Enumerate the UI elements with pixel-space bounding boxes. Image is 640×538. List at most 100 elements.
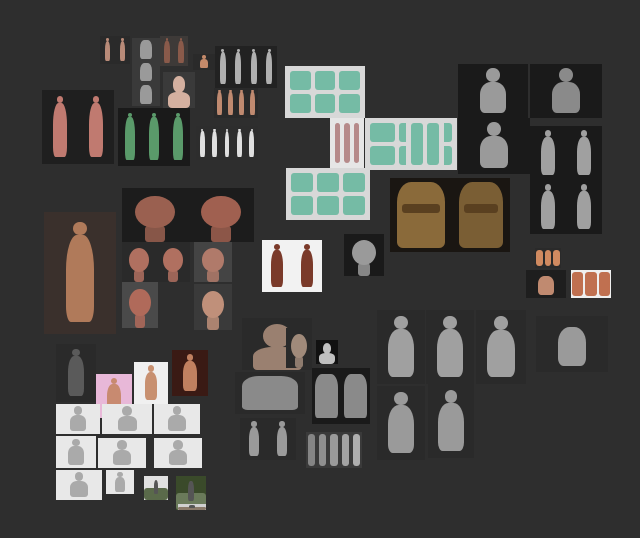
reference-tile-armor-torso-alt[interactable] [458, 118, 530, 174]
reference-tile-female-muscle-anatomy[interactable] [42, 90, 114, 164]
reference-tile-anatomy-pair[interactable] [160, 36, 188, 66]
reference-tile-armor-front[interactable] [458, 64, 528, 118]
reference-tile-martial-pose-4[interactable] [56, 436, 96, 468]
head-shape [291, 334, 307, 358]
reference-tile-martial-pose-1[interactable] [56, 404, 100, 434]
reference-tile-head-profile[interactable] [194, 242, 232, 282]
figure-body [117, 415, 137, 431]
reference-tile-ecorche-head[interactable] [194, 284, 232, 330]
reference-tile-outdoor-photo-1[interactable] [144, 476, 168, 500]
figure-body [173, 117, 183, 161]
reference-tile-colored-muscle-figures[interactable] [118, 108, 190, 166]
reference-tile-bodybuilder-red[interactable] [172, 350, 208, 396]
grid-item [343, 173, 365, 192]
reference-tile-lips-chart[interactable] [330, 118, 364, 168]
reference-tile-face-thumbnails[interactable] [535, 248, 561, 268]
reference-tile-armor-pieces[interactable] [312, 368, 370, 424]
figure-body [104, 41, 111, 62]
bust-head [322, 342, 332, 354]
reference-tile-head-anatomy[interactable] [122, 282, 158, 328]
reference-tile-hands-thumbnail[interactable] [526, 270, 566, 298]
reference-tile-outdoor-photo-3[interactable] [178, 504, 206, 510]
reference-tile-posing-female[interactable] [44, 212, 116, 334]
reference-tile-small-torso[interactable] [193, 54, 215, 70]
fold [330, 434, 338, 466]
reference-tile-hand-anatomy[interactable] [571, 270, 611, 298]
reference-tile-skull-forms[interactable] [286, 168, 370, 220]
reference-tile-torso-studies-gray[interactable] [132, 38, 160, 106]
figure-head [74, 472, 84, 482]
grid-item [370, 146, 395, 165]
strip-item [572, 272, 584, 296]
reference-tile-small-dark-sculpt[interactable] [316, 340, 338, 364]
reference-tile-martial-pose-5[interactable] [98, 438, 146, 468]
reference-tile-bust-sculpt[interactable] [163, 72, 195, 108]
neck-shape [167, 270, 179, 282]
reference-tile-head-studies-pair[interactable] [122, 242, 190, 282]
reference-tile-nose-variations[interactable] [285, 66, 365, 118]
figure-head [394, 391, 408, 406]
reference-tile-armor-front-back[interactable] [240, 418, 296, 460]
reference-tile-demon-head[interactable] [344, 234, 384, 276]
reference-tile-armored-hand[interactable] [536, 316, 608, 372]
figure-head [173, 440, 183, 450]
figure-body [235, 52, 242, 84]
figure-body [183, 360, 197, 392]
head-shape [352, 240, 376, 266]
figure-head [274, 244, 280, 250]
reference-tile-dark-hero-2[interactable] [426, 310, 474, 384]
reference-tile-head-sculpt-2[interactable] [188, 188, 254, 242]
reference-tile-dark-hero-3[interactable] [476, 310, 526, 384]
reference-tile-dark-hero[interactable] [377, 310, 425, 384]
figure-head [92, 95, 100, 103]
reference-tile-gray-figures[interactable] [215, 46, 277, 88]
figure-head [494, 315, 508, 330]
photo-figure [189, 504, 195, 509]
reference-tile-skin-legs[interactable] [214, 88, 258, 118]
fold [352, 434, 360, 466]
reference-tile-female-pair-small[interactable] [100, 36, 130, 64]
figure-head [56, 95, 64, 103]
reference-tile-martial-pose-6[interactable] [154, 438, 202, 468]
head-shape [162, 248, 184, 272]
grid-item [370, 123, 395, 142]
reference-tile-white-figures-row[interactable] [196, 126, 258, 160]
figure-body [114, 477, 126, 492]
figure-head [487, 122, 501, 137]
reference-tile-martial-pose-7[interactable] [56, 470, 102, 500]
figure-body [271, 249, 283, 287]
reference-tile-leather-jacket-back[interactable] [390, 178, 452, 252]
reference-tile-martial-pose-2[interactable] [102, 404, 152, 434]
reference-tile-armor-back[interactable] [530, 64, 602, 118]
jacket-body [458, 181, 504, 249]
strip-item [553, 250, 560, 266]
reference-tile-martial-pose-8[interactable] [106, 470, 134, 494]
reference-tile-martial-pose-3[interactable] [154, 404, 200, 434]
reference-tile-soldier-gray-1[interactable] [377, 386, 425, 460]
figure-body [479, 81, 507, 113]
reference-tile-leather-jacket-front[interactable] [452, 178, 510, 252]
head-shape [201, 196, 241, 229]
bust-head [172, 76, 186, 93]
reference-tile-knight-turnaround-2[interactable] [530, 180, 602, 234]
figure-head [544, 184, 552, 192]
figure-head [580, 184, 588, 192]
reference-tile-bodybuilder-blue[interactable] [134, 362, 168, 404]
reference-tile-armor-torso-gray[interactable] [235, 372, 305, 414]
fold [308, 434, 316, 466]
reference-tile-ear-variations[interactable] [406, 118, 444, 170]
figure-body [249, 131, 255, 157]
reference-tile-soldier-gray-2[interactable] [428, 384, 474, 458]
figure-body [480, 136, 508, 169]
reference-tile-cloaked-figure[interactable] [56, 344, 96, 402]
figure-head [122, 406, 132, 416]
jacket-belt [402, 203, 440, 213]
reference-tile-character-concept[interactable] [262, 240, 322, 292]
reference-tile-creature-bust-2[interactable] [286, 328, 312, 368]
reference-tile-bald-head-sculpt[interactable] [122, 188, 188, 242]
head-shape [201, 248, 225, 272]
grid-item [291, 196, 313, 215]
reference-tile-fabric-folds[interactable] [306, 432, 362, 468]
figure-head [544, 130, 552, 138]
reference-tile-knight-turnaround[interactable] [530, 126, 602, 180]
